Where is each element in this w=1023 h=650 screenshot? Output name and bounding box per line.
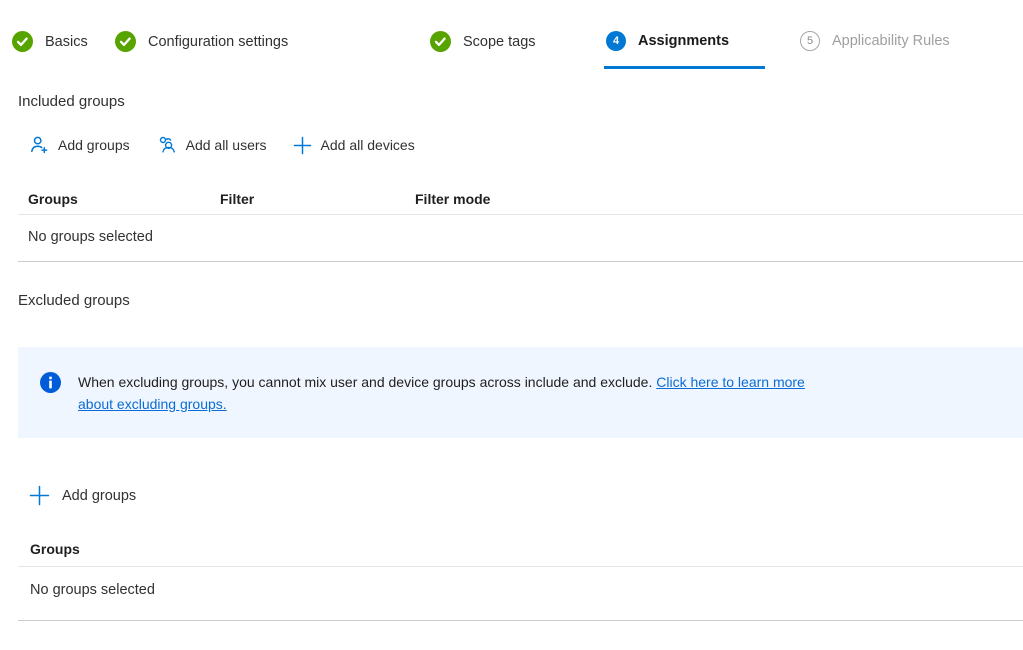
add-all-users-label: Add all users [186, 137, 267, 153]
excluded-groups-title: Excluded groups [18, 292, 1023, 310]
column-header-filter-mode: Filter mode [415, 191, 1023, 207]
assignments-content: Included groups Add groups [0, 70, 1023, 621]
step-label: Basics [45, 34, 88, 50]
column-header-filter: Filter [220, 191, 415, 207]
check-circle-icon [115, 31, 136, 52]
people-icon [156, 135, 177, 155]
add-all-users-button[interactable]: Add all users [156, 135, 267, 155]
add-groups-label: Add groups [58, 137, 130, 153]
add-all-devices-label: Add all devices [321, 137, 415, 153]
excluded-add-groups-button[interactable]: Add groups [29, 485, 136, 506]
step-basics[interactable]: Basics [12, 31, 88, 52]
step-assignments[interactable]: 4 Assignments [606, 31, 729, 51]
step-number-badge: 4 [606, 31, 626, 51]
column-header-groups: Groups [28, 191, 220, 207]
included-groups-empty-row: No groups selected [18, 215, 1023, 262]
included-groups-table-header: Groups Filter Filter mode [18, 185, 1023, 215]
add-all-devices-button[interactable]: Add all devices [293, 136, 415, 155]
column-header-groups: Groups [30, 541, 80, 557]
info-banner-message: When excluding groups, you cannot mix us… [78, 374, 652, 390]
step-configuration-settings[interactable]: Configuration settings [115, 31, 288, 52]
step-label: Configuration settings [148, 34, 288, 50]
step-label: Applicability Rules [832, 33, 950, 49]
active-step-underline [604, 66, 765, 69]
add-groups-button[interactable]: Add groups [29, 135, 130, 155]
step-scope-tags[interactable]: Scope tags [430, 31, 536, 52]
wizard-steps: Basics Configuration settings Scope tags… [0, 0, 1023, 70]
info-icon [40, 372, 61, 393]
excluded-add-groups-label: Add groups [62, 488, 136, 504]
step-label: Assignments [638, 33, 729, 49]
step-number-badge: 5 [800, 31, 820, 51]
excluded-groups-empty-row: No groups selected [18, 567, 1023, 621]
step-applicability-rules[interactable]: 5 Applicability Rules [800, 31, 950, 51]
plus-icon [293, 136, 312, 155]
person-add-icon [29, 135, 49, 155]
included-groups-title: Included groups [18, 93, 1023, 111]
assignments-wizard-page: Basics Configuration settings Scope tags… [0, 0, 1023, 650]
check-circle-icon [12, 31, 33, 52]
plus-icon [29, 485, 50, 506]
step-label: Scope tags [463, 34, 536, 50]
info-banner: When excluding groups, you cannot mix us… [18, 347, 1023, 438]
excluded-groups-table-header: Groups [18, 541, 1023, 567]
check-circle-icon [430, 31, 451, 52]
info-banner-text: When excluding groups, you cannot mix us… [78, 371, 805, 415]
included-groups-toolbar: Add groups Add all users Add all devices [29, 135, 1023, 155]
